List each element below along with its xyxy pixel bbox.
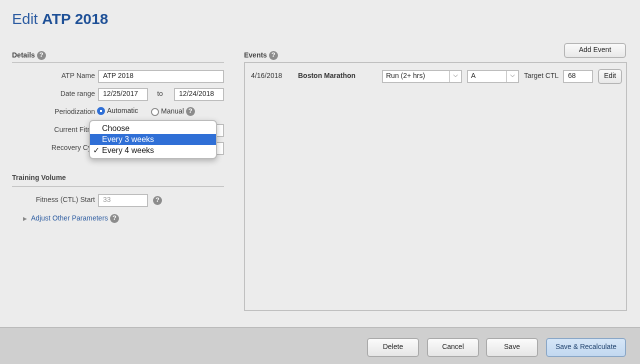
title-prefix: Edit bbox=[12, 11, 38, 28]
date-to-label: to bbox=[157, 91, 163, 98]
atp-name-input[interactable]: ATP 2018 bbox=[98, 70, 224, 83]
radio-checked-icon[interactable] bbox=[97, 107, 105, 115]
cancel-button[interactable]: Cancel bbox=[427, 338, 479, 357]
periodization-label: Periodization bbox=[54, 109, 95, 116]
dropdown-option-choose[interactable]: Choose bbox=[90, 123, 216, 134]
details-divider bbox=[12, 62, 224, 63]
option-label: Every 3 weeks bbox=[102, 135, 155, 144]
event-name: Boston Marathon bbox=[298, 73, 356, 80]
events-panel: 4/16/2018 Boston Marathon Run (2+ hrs) ⌵… bbox=[244, 62, 627, 311]
triangle-right-icon bbox=[23, 216, 27, 221]
event-type-value: Run (2+ hrs) bbox=[386, 73, 426, 80]
event-date: 4/16/2018 bbox=[251, 73, 283, 80]
option-label: Every 4 weeks bbox=[102, 146, 155, 155]
event-type-select[interactable]: Run (2+ hrs) ⌵ bbox=[382, 70, 462, 83]
current-fitness-label: Current Fitne bbox=[54, 127, 95, 134]
recovery-cycle-label: Recovery Cyc bbox=[51, 145, 95, 152]
fitness-start-label: Fitness (CTL) Start bbox=[35, 197, 95, 204]
add-event-button[interactable]: Add Event bbox=[564, 43, 626, 58]
details-heading-text: Details bbox=[12, 52, 35, 60]
training-volume-divider bbox=[12, 186, 224, 187]
event-priority-select[interactable]: A ⌵ bbox=[467, 70, 519, 83]
fitness-start-input[interactable]: 33 bbox=[98, 194, 148, 207]
automatic-label: Automatic bbox=[107, 107, 139, 115]
details-heading: Details ? bbox=[12, 51, 46, 60]
recovery-cycle-dropdown: Choose Every 3 weeks ✓ Every 4 weeks bbox=[89, 120, 217, 159]
training-volume-heading: Training Volume bbox=[12, 175, 66, 182]
events-heading: Events ? bbox=[244, 51, 278, 60]
option-label: Choose bbox=[102, 124, 130, 133]
help-icon[interactable]: ? bbox=[185, 107, 195, 116]
chevron-updown-icon: ⌵ bbox=[506, 71, 518, 82]
adjust-link-text[interactable]: Adjust Other Parameters bbox=[31, 215, 108, 222]
help-icon[interactable]: ? bbox=[153, 196, 162, 205]
atp-name-label: ATP Name bbox=[61, 73, 95, 80]
radio-unchecked-icon[interactable] bbox=[151, 107, 159, 116]
checkmark-icon: ✓ bbox=[93, 146, 100, 155]
periodization-automatic[interactable]: Automatic bbox=[97, 107, 138, 115]
chevron-updown-icon: ⌵ bbox=[449, 71, 461, 82]
title-name: ATP 2018 bbox=[42, 11, 109, 28]
edit-event-button[interactable]: Edit bbox=[598, 69, 622, 84]
events-heading-text: Events bbox=[244, 52, 267, 60]
event-priority-value: A bbox=[471, 73, 476, 80]
adjust-parameters-link[interactable]: Adjust Other Parameters ? bbox=[23, 214, 119, 223]
target-ctl-label: Target CTL bbox=[524, 73, 559, 80]
help-icon[interactable]: ? bbox=[36, 51, 46, 60]
periodization-manual[interactable]: Manual ? bbox=[151, 107, 195, 116]
date-end-input[interactable]: 12/24/2018 bbox=[174, 88, 224, 101]
manual-label: Manual bbox=[161, 108, 184, 116]
dropdown-option-every-3-weeks[interactable]: Every 3 weeks bbox=[90, 134, 216, 145]
date-start-input[interactable]: 12/25/2017 bbox=[98, 88, 148, 101]
footer-bar: Delete Cancel Save Save & Recalculate bbox=[0, 327, 640, 364]
target-ctl-input[interactable]: 68 bbox=[563, 70, 593, 83]
dropdown-option-every-4-weeks[interactable]: ✓ Every 4 weeks bbox=[90, 145, 216, 156]
save-recalculate-button[interactable]: Save & Recalculate bbox=[546, 338, 626, 357]
date-range-label: Date range bbox=[60, 91, 95, 98]
help-icon[interactable]: ? bbox=[268, 51, 278, 60]
delete-button[interactable]: Delete bbox=[367, 338, 419, 357]
page-title: Edit ATP 2018 bbox=[12, 11, 108, 28]
save-button[interactable]: Save bbox=[486, 338, 538, 357]
help-icon[interactable]: ? bbox=[109, 214, 119, 223]
